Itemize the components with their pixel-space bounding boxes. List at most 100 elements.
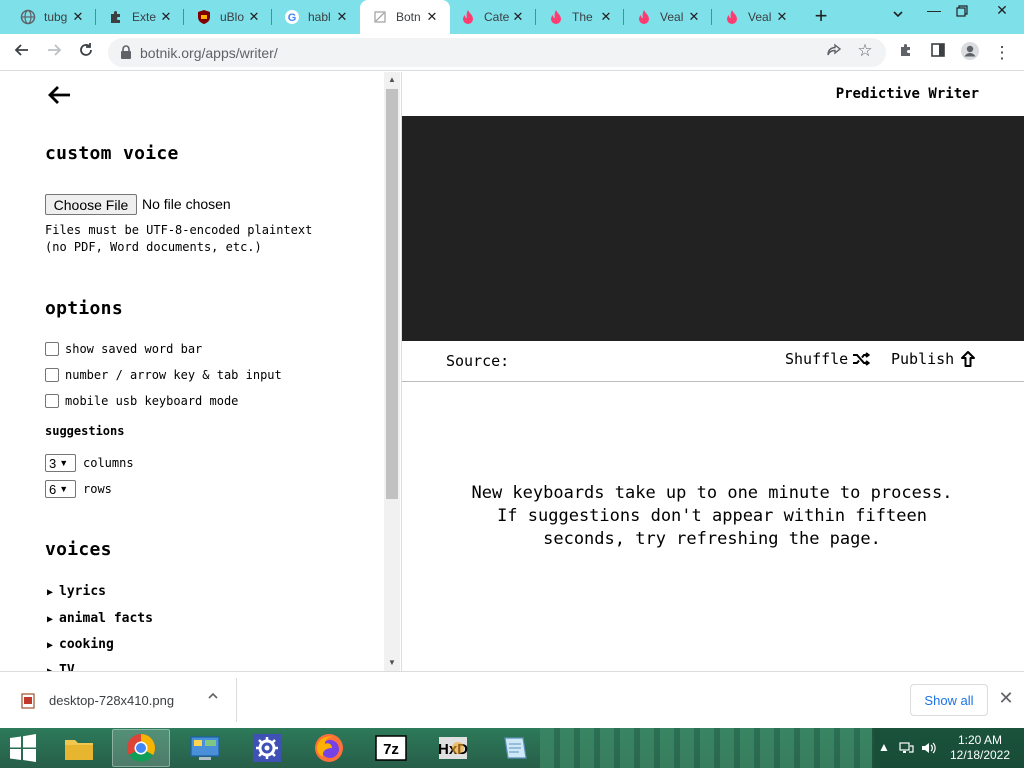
tab-4[interactable]: G habl ✕ [272, 0, 360, 34]
option-mobile-usb-keyboard[interactable]: mobile usb keyboard mode [45, 393, 238, 409]
volume-icon[interactable] [920, 740, 936, 756]
left-panel-scrollbar[interactable]: ▲ ▼ [384, 72, 400, 671]
lock-icon[interactable] [120, 45, 132, 59]
close-tab-icon[interactable]: ✕ [598, 9, 614, 25]
checkbox[interactable] [45, 368, 59, 382]
shuffle-label: Shuffle [785, 350, 849, 368]
show-all-button[interactable]: Show all [910, 684, 988, 716]
writer-panel: Predictive Writer Source: Shuffle Publis… [401, 72, 1024, 671]
address-bar[interactable]: botnik.org/apps/writer/ ☆ [108, 38, 886, 67]
image-file-icon[interactable] [21, 693, 35, 709]
close-tab-icon[interactable]: ✕ [246, 9, 262, 25]
scrollbar-thumb[interactable] [386, 89, 398, 499]
tab-9[interactable]: Veal ✕ [712, 0, 800, 34]
ublock-icon [196, 9, 212, 25]
tab-3[interactable]: uBlo ✕ [184, 0, 272, 34]
chevron-down-icon: ▼ [59, 484, 69, 494]
close-download-bar-icon[interactable]: ✕ [996, 688, 1016, 710]
notepad-icon[interactable] [486, 729, 544, 767]
menu-kebab-icon[interactable]: ⋮ [990, 41, 1014, 65]
show-hidden-icons-chevron-icon[interactable]: ▲ [876, 740, 892, 756]
file-note-line-2: (no PDF, Word documents, etc.) [45, 240, 262, 254]
rows-select[interactable]: 6 ▼ [45, 480, 76, 498]
close-tab-icon[interactable]: ✕ [424, 9, 440, 25]
svg-text:7z: 7z [383, 741, 399, 758]
tab-title: Veal [660, 10, 684, 24]
chevron-up-icon[interactable] [205, 690, 221, 710]
voice-item-tv[interactable]: ▶TV [47, 663, 75, 671]
tab-title: The [572, 10, 593, 24]
tab-search-chevron-icon[interactable] [888, 7, 908, 27]
url-text[interactable]: botnik.org/apps/writer/ [140, 45, 278, 61]
forward-icon[interactable] [42, 41, 66, 65]
download-filename[interactable]: desktop-728x410.png [49, 693, 174, 708]
extensions-puzzle-icon[interactable] [894, 41, 918, 65]
publish-button[interactable]: Publish [891, 350, 976, 368]
profile-avatar-icon[interactable] [958, 41, 982, 65]
settings-gear-icon[interactable] [238, 729, 296, 767]
expand-triangle-icon: ▶ [47, 640, 54, 651]
network-icon[interactable] [898, 740, 914, 756]
shuffle-button[interactable]: Shuffle [785, 350, 871, 368]
restore-window-icon[interactable] [944, 2, 980, 32]
option-show-saved-word-bar[interactable]: show saved word bar [45, 341, 202, 357]
scroll-up-arrow-icon[interactable]: ▲ [384, 72, 400, 88]
new-tab-plus-icon[interactable]: + [808, 5, 834, 29]
checkbox[interactable] [45, 342, 59, 356]
close-tab-icon[interactable]: ✕ [158, 9, 174, 25]
7zip-icon[interactable]: 7z [362, 729, 420, 767]
tab-6[interactable]: Cate ✕ [448, 0, 536, 34]
close-window-icon[interactable]: ✕ [984, 0, 1020, 30]
voice-label: cooking [59, 637, 114, 652]
writing-area[interactable] [402, 116, 1024, 341]
windows-start-icon[interactable] [8, 734, 38, 762]
tab-title: Veal [748, 10, 772, 24]
tab-2[interactable]: Exte ✕ [96, 0, 184, 34]
download-bar: desktop-728x410.png Show all ✕ [0, 671, 1024, 728]
rows-value: 6 [49, 481, 57, 497]
tab-7[interactable]: The ✕ [536, 0, 624, 34]
voice-item-animal-facts[interactable]: ▶ animal facts [47, 611, 153, 626]
upload-arrow-icon [960, 350, 976, 368]
fire-icon [636, 9, 652, 25]
close-tab-icon[interactable]: ✕ [686, 9, 702, 25]
back-arrow-icon[interactable] [46, 84, 72, 106]
voice-item-lyrics[interactable]: ▶ lyrics [47, 584, 106, 599]
source-label: Source: [446, 352, 510, 370]
voices-heading: voices [45, 539, 112, 560]
tab-title: habl [308, 10, 331, 24]
voice-item-cooking[interactable]: ▶ cooking [47, 637, 114, 652]
columns-value: 3 [49, 455, 57, 471]
option-label: mobile usb keyboard mode [65, 394, 239, 408]
file-explorer-icon[interactable] [50, 729, 108, 767]
tab-8[interactable]: Veal ✕ [624, 0, 712, 34]
fire-icon [548, 9, 564, 25]
chrome-icon[interactable] [112, 729, 170, 767]
file-status: No file chosen [142, 196, 231, 212]
tab-1[interactable]: tubg ✕ [8, 0, 96, 34]
shuffle-icon [852, 351, 871, 367]
columns-select[interactable]: 3 ▼ [45, 454, 76, 472]
side-panel-icon[interactable] [926, 41, 950, 65]
hxd-icon[interactable]: HxD [424, 729, 482, 767]
option-number-arrow-key-input[interactable]: number / arrow key & tab input [45, 367, 282, 383]
scroll-down-arrow-icon[interactable]: ▼ [384, 655, 400, 671]
reload-icon[interactable] [74, 41, 98, 65]
firefox-icon[interactable] [300, 729, 358, 767]
app-title: Predictive Writer [835, 86, 979, 102]
control-panel-icon[interactable] [176, 729, 234, 767]
share-icon[interactable] [825, 43, 843, 61]
choose-file-button[interactable]: Choose File [45, 194, 137, 215]
close-tab-icon[interactable]: ✕ [70, 9, 86, 25]
close-tab-icon[interactable]: ✕ [334, 9, 350, 25]
close-tab-icon[interactable]: ✕ [774, 9, 790, 25]
expand-triangle-icon: ▶ [47, 587, 54, 598]
checkbox[interactable] [45, 394, 59, 408]
clock[interactable]: 1:20 AM 12/18/2022 [940, 733, 1020, 763]
tab-5-active[interactable]: Botn ✕ [360, 0, 450, 34]
voice-label: lyrics [59, 584, 106, 599]
close-tab-icon[interactable]: ✕ [510, 9, 526, 25]
bookmark-star-icon[interactable]: ☆ [855, 41, 875, 61]
svg-text:G: G [288, 12, 297, 24]
back-icon[interactable] [10, 41, 34, 65]
